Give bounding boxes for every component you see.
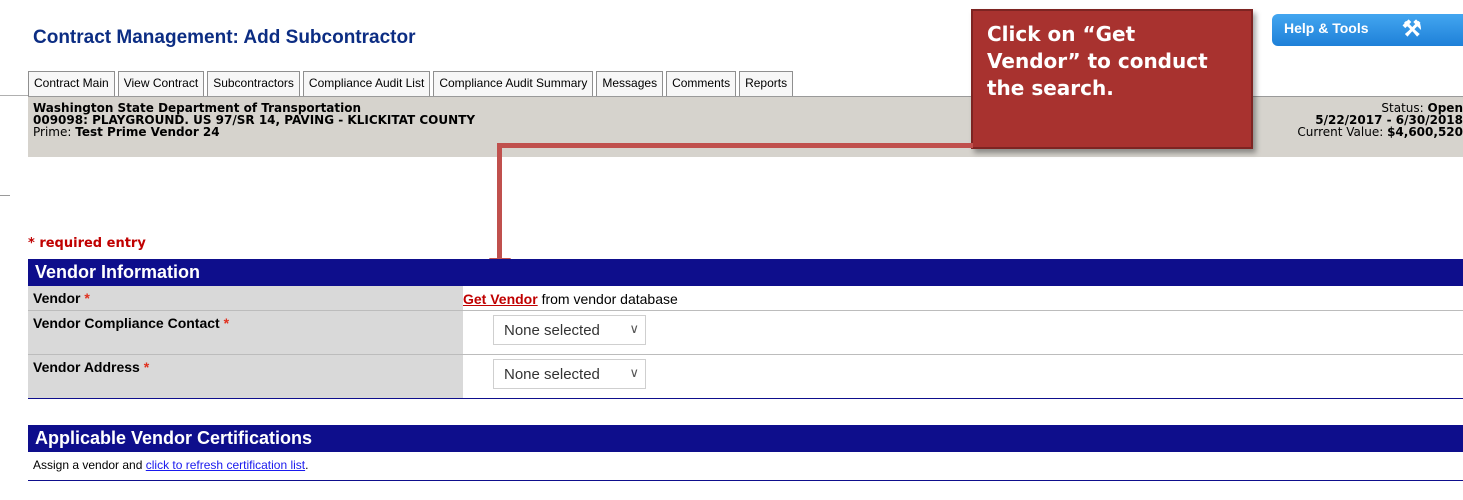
- tools-icon: ⚒: [1402, 16, 1422, 41]
- required-star: *: [223, 315, 230, 331]
- divider: [0, 195, 10, 196]
- vendor-address-row: Vendor Address * None selected ∨: [28, 355, 1463, 398]
- get-vendor-link[interactable]: Get Vendor: [463, 291, 538, 307]
- vendor-information-header: Vendor Information: [28, 259, 1463, 286]
- vendor-certifications-header: Applicable Vendor Certifications: [28, 425, 1463, 452]
- refresh-certification-link[interactable]: click to refresh certification list: [146, 458, 305, 472]
- help-tools-button[interactable]: Help & Tools ⚒: [1272, 14, 1463, 46]
- tab-reports[interactable]: Reports: [739, 71, 794, 97]
- help-tools-label: Help & Tools: [1284, 20, 1369, 36]
- instruction-callout: Click on “Get Vendor” to conduct the sea…: [971, 9, 1253, 149]
- tab-contract-main[interactable]: Contract Main: [28, 71, 115, 97]
- certification-row: Assign a vendor and click to refresh cer…: [28, 453, 1463, 481]
- tab-bar: Contract Main View Contract Subcontracto…: [28, 71, 796, 97]
- chevron-down-icon: ∨: [629, 365, 639, 380]
- compliance-contact-label: Vendor Compliance Contact: [33, 315, 220, 331]
- compliance-contact-row: Vendor Compliance Contact * None selecte…: [28, 311, 1463, 355]
- required-entry-note: * required entry: [28, 236, 146, 251]
- vendor-information-form: Vendor * Get Vendor from vendor database…: [28, 286, 1463, 399]
- page-title: Contract Management: Add Subcontractor: [33, 27, 416, 48]
- divider: [0, 95, 28, 96]
- get-vendor-suffix: from vendor database: [537, 291, 678, 307]
- tab-subcontractors[interactable]: Subcontractors: [207, 71, 300, 97]
- tab-comments[interactable]: Comments: [666, 71, 737, 97]
- vendor-address-label: Vendor Address: [33, 359, 140, 375]
- cert-text-suffix: .: [305, 458, 309, 472]
- tab-messages[interactable]: Messages: [596, 71, 664, 97]
- tab-compliance-audit-list[interactable]: Compliance Audit List: [302, 71, 431, 97]
- vendor-address-select[interactable]: None selected ∨: [493, 359, 646, 389]
- callout-arrow: [497, 143, 502, 261]
- chevron-down-icon: ∨: [629, 321, 639, 336]
- tab-view-contract[interactable]: View Contract: [117, 71, 205, 97]
- contract-current-value: Current Value: $4,600,520: [1297, 125, 1463, 139]
- callout-arrow: [497, 143, 973, 148]
- cert-text-prefix: Assign a vendor and: [33, 458, 146, 472]
- required-star: *: [84, 290, 90, 306]
- vendor-label: Vendor: [33, 290, 81, 306]
- tab-compliance-audit-summary[interactable]: Compliance Audit Summary: [433, 71, 594, 97]
- compliance-contact-select[interactable]: None selected ∨: [493, 315, 646, 345]
- prime-vendor: Prime: Test Prime Vendor 24: [33, 125, 220, 139]
- vendor-row: Vendor * Get Vendor from vendor database: [28, 286, 1463, 311]
- required-star: *: [143, 359, 150, 375]
